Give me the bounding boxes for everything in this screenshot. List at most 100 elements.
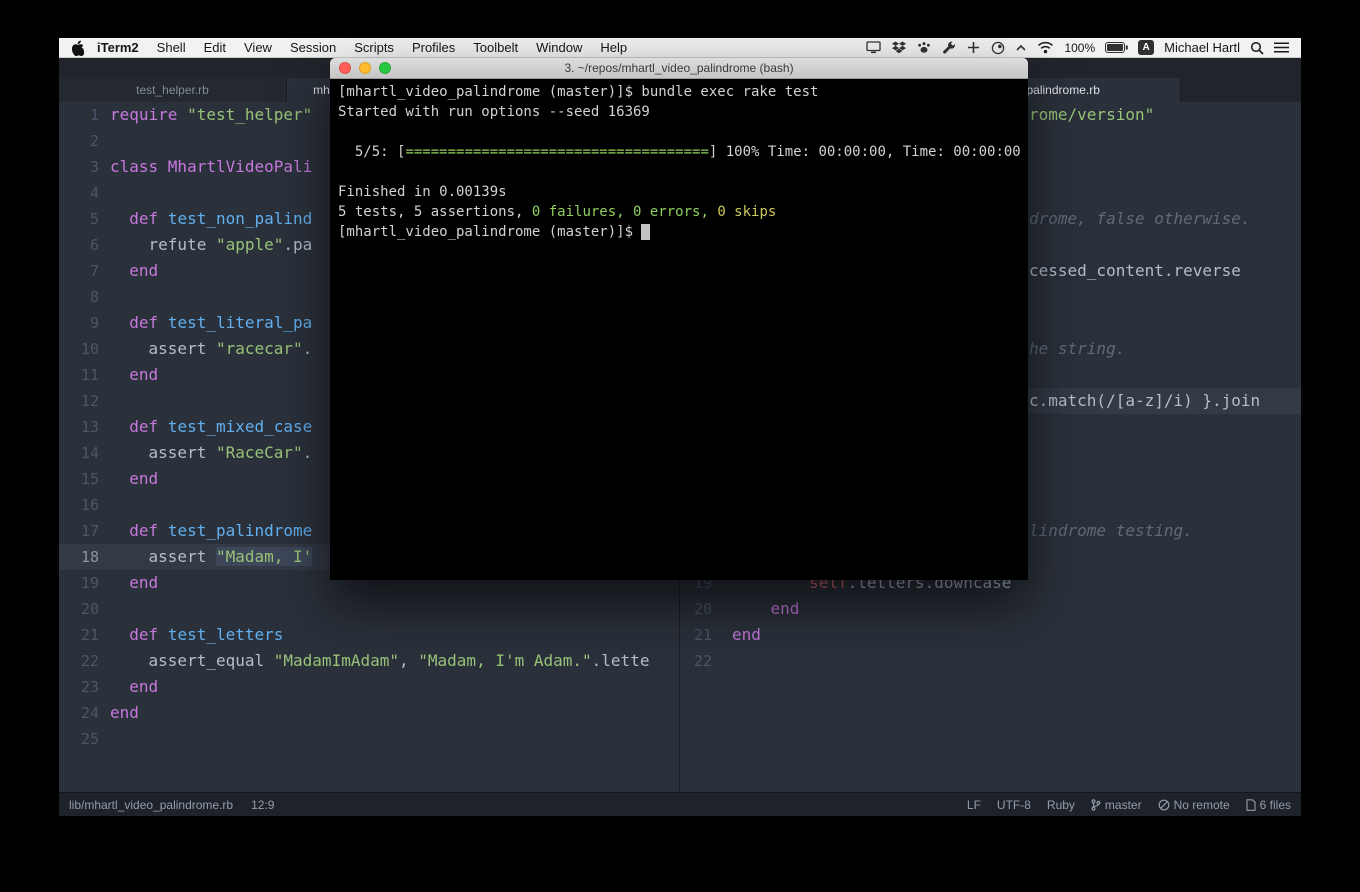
line-number: 1	[59, 102, 99, 128]
line-number: 6	[59, 232, 99, 258]
line-number: 20	[59, 596, 99, 622]
status-bar-right: LF UTF-8 Ruby master No remote 6 files	[967, 798, 1291, 812]
terminal-window: 3. ~/repos/mhartl_video_palindrome (bash…	[330, 58, 1028, 580]
battery-percent: 100%	[1064, 41, 1095, 55]
terminal-content[interactable]: [mhartl_video_palindrome (master)]$ bund…	[330, 79, 1028, 580]
terminal-line-4: 5/5: [==================================…	[338, 142, 1020, 162]
git-branch[interactable]: master	[1091, 798, 1142, 812]
status-language[interactable]: Ruby	[1047, 798, 1075, 812]
terminal-line-8: [mhartl_video_palindrome (master)]$	[338, 222, 1020, 242]
line-number: 9	[59, 310, 99, 336]
terminal-line-1: [mhartl_video_palindrome (master)]$ bund…	[338, 82, 1020, 102]
screen: iTerm2ShellEditViewSessionScriptsProfile…	[59, 38, 1301, 816]
menu-item-scripts[interactable]: Scripts	[345, 40, 403, 55]
close-button[interactable]	[339, 62, 351, 74]
code-line-20[interactable]: 20	[59, 596, 679, 622]
menu-item-help[interactable]: Help	[591, 40, 636, 55]
apple-menu[interactable]	[71, 40, 84, 56]
line-number: 16	[59, 492, 99, 518]
line-number: 13	[59, 414, 99, 440]
code-text: end	[110, 674, 158, 700]
terminal-line-5	[338, 162, 1020, 182]
code-line-20[interactable]: 20 end	[680, 596, 1301, 622]
menu-item-session[interactable]: Session	[281, 40, 345, 55]
menu-bar: iTerm2ShellEditViewSessionScriptsProfile…	[59, 38, 1301, 58]
line-number: 25	[59, 726, 99, 752]
code-text: refute "apple".pa	[110, 232, 312, 258]
menu-item-shell[interactable]: Shell	[148, 40, 195, 55]
code-text: assert "Madam, I'	[110, 544, 312, 570]
line-number: 8	[59, 284, 99, 310]
code-text: class MhartlVideoPali	[110, 154, 312, 180]
code-text: end	[732, 596, 799, 622]
line-number: 22	[680, 648, 712, 674]
line-number: 7	[59, 258, 99, 284]
code-text: end	[732, 622, 761, 648]
paw-icon[interactable]	[917, 41, 931, 54]
status-line-ending[interactable]: LF	[967, 798, 981, 812]
status-cursor-position[interactable]: 12:9	[251, 798, 274, 812]
line-number: 21	[59, 622, 99, 648]
battery-icon[interactable]	[1105, 42, 1128, 53]
code-text: assert "racecar".	[110, 336, 312, 362]
wrench-icon[interactable]	[942, 41, 956, 55]
menu-item-window[interactable]: Window	[527, 40, 591, 55]
code-text: end	[110, 700, 139, 726]
notification-list-icon[interactable]	[1274, 42, 1289, 53]
line-number: 3	[59, 154, 99, 180]
code-line-25[interactable]: 25	[59, 726, 679, 752]
line-number: 5	[59, 206, 99, 232]
code-line-21[interactable]: 21 def test_letters	[59, 622, 679, 648]
status-file-path[interactable]: lib/mhartl_video_palindrome.rb	[69, 798, 233, 812]
menu-item-toolbelt[interactable]: Toolbelt	[464, 40, 527, 55]
menu-bar-status: 100% A Michael Hartl	[866, 40, 1289, 55]
code-text: def test_non_palind	[110, 206, 312, 232]
window-controls	[339, 62, 391, 74]
code-text: end	[110, 258, 158, 284]
search-icon[interactable]	[1250, 41, 1264, 55]
line-number: 22	[59, 648, 99, 674]
input-source-badge[interactable]: A	[1138, 40, 1154, 55]
minimize-button[interactable]	[359, 62, 371, 74]
code-text: end	[110, 362, 158, 388]
git-branch-label: master	[1105, 798, 1142, 812]
status-encoding[interactable]: UTF-8	[997, 798, 1031, 812]
line-number: 4	[59, 180, 99, 206]
steam-icon[interactable]	[991, 41, 1005, 55]
dropbox-icon[interactable]	[892, 41, 906, 54]
no-remote-icon	[1158, 799, 1170, 811]
terminal-line-7: 5 tests, 5 assertions, 0 failures, 0 err…	[338, 202, 1020, 222]
code-line-22[interactable]: 22	[680, 648, 1301, 674]
line-number: 10	[59, 336, 99, 362]
file-count[interactable]: 6 files	[1246, 798, 1291, 812]
display-icon[interactable]	[866, 41, 881, 54]
tab-test_helper.rb[interactable]: test_helper.rb	[59, 78, 287, 102]
tab-label: test_helper.rb	[136, 83, 209, 97]
line-number: 18	[59, 544, 99, 570]
menu-item-view[interactable]: View	[235, 40, 281, 55]
line-number: 17	[59, 518, 99, 544]
terminal-titlebar[interactable]: 3. ~/repos/mhartl_video_palindrome (bash…	[330, 58, 1028, 79]
code-text: def test_mixed_case	[110, 414, 312, 440]
code-text: def test_literal_pa	[110, 310, 312, 336]
status-bar: lib/mhartl_video_palindrome.rb 12:9 LF U…	[59, 792, 1301, 816]
code-line-21[interactable]: 21end	[680, 622, 1301, 648]
zoom-button[interactable]	[379, 62, 391, 74]
chevron-icon[interactable]	[1016, 44, 1026, 52]
terminal-title: 3. ~/repos/mhartl_video_palindrome (bash…	[330, 61, 1028, 75]
menu-item-iterm2[interactable]: iTerm2	[88, 40, 148, 55]
terminal-cursor	[641, 224, 649, 240]
user-menu[interactable]: Michael Hartl	[1164, 40, 1240, 55]
plus-icon[interactable]	[967, 41, 980, 54]
menu-item-profiles[interactable]: Profiles	[403, 40, 464, 55]
code-line-22[interactable]: 22 assert_equal "MadamImAdam", "Madam, I…	[59, 648, 679, 674]
menu-item-edit[interactable]: Edit	[195, 40, 235, 55]
remote-status[interactable]: No remote	[1158, 798, 1230, 812]
file-icon	[1246, 799, 1256, 811]
wifi-icon[interactable]	[1037, 41, 1054, 54]
code-line-23[interactable]: 23 end	[59, 674, 679, 700]
branch-icon	[1091, 799, 1101, 811]
code-text: end	[110, 570, 158, 596]
code-line-24[interactable]: 24end	[59, 700, 679, 726]
line-number: 23	[59, 674, 99, 700]
